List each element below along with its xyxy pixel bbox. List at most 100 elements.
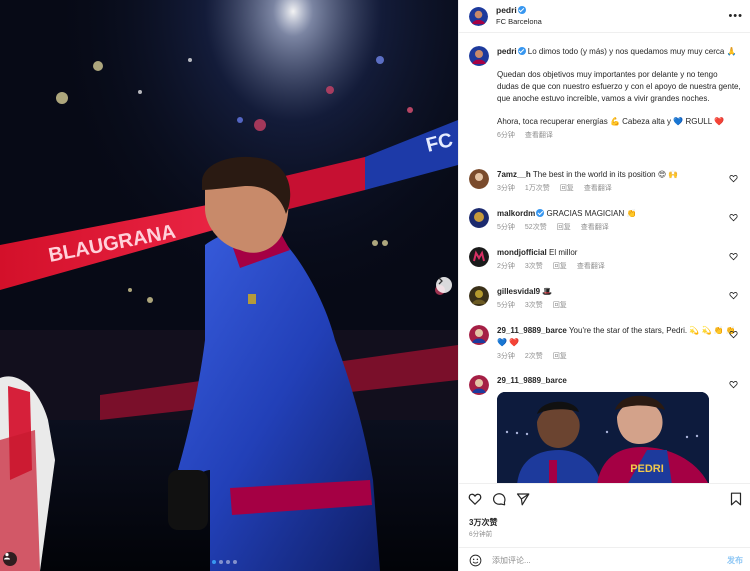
comment-likes[interactable]: 3次赞 (525, 263, 543, 270)
post-viewer: BLAUGRANA FC pedri FC Barcelona ••• pedr… (0, 0, 750, 571)
commenter-username[interactable]: 29_11_9889_barce (497, 376, 567, 385)
like-comment-heart-icon[interactable] (729, 252, 738, 261)
send-icon (516, 493, 530, 506)
commenter-username[interactable]: 7amz__h (497, 170, 531, 179)
commenter-avatar[interactable] (469, 169, 489, 189)
like-comment-heart-icon[interactable] (729, 174, 738, 183)
commenter-username[interactable]: malkordm (497, 209, 535, 218)
carousel-dot (212, 560, 216, 564)
caption-username[interactable]: pedri (497, 47, 517, 56)
heart-icon (468, 493, 482, 506)
translate-link[interactable]: 查看翻译 (584, 185, 612, 192)
reply-link[interactable]: 回复 (553, 302, 567, 309)
post-time: 6分钟前 (469, 531, 493, 538)
commenter-avatar[interactable] (469, 286, 489, 306)
comment-item: 29_11_9889_barce You're the star of the … (469, 325, 741, 363)
add-comment-bar: 发布 (459, 547, 750, 571)
reply-link[interactable]: 回复 (560, 185, 574, 192)
comment-time: 3分钟 (497, 185, 515, 192)
comment-item: mondjofficial El millor 2分钟 3次赞 回复 查看翻译 (469, 247, 741, 273)
commenter-avatar[interactable] (469, 325, 489, 345)
reply-link[interactable]: 回复 (553, 263, 567, 270)
tagged-users-button[interactable] (3, 552, 17, 566)
commenter-username[interactable]: 29_11_9889_barce (497, 326, 567, 335)
commenter-username[interactable]: mondjofficial (497, 248, 547, 257)
avatar-image (469, 169, 489, 189)
avatar-image (469, 208, 489, 228)
caption-translate-link[interactable]: 查看翻译 (525, 132, 553, 139)
avatar-image (469, 6, 488, 26)
person-icon (4, 553, 10, 560)
comment-time: 5分钟 (497, 302, 515, 309)
commenter-avatar[interactable] (469, 208, 489, 228)
avatar-image (469, 325, 489, 345)
avatar-image (469, 375, 489, 395)
like-button[interactable] (468, 492, 482, 506)
comment-button[interactable] (492, 492, 506, 506)
comment-input[interactable] (492, 555, 702, 565)
chevron-right-icon (438, 277, 443, 285)
like-comment-heart-icon[interactable] (729, 380, 738, 389)
comment-likes[interactable]: 1万次赞 (525, 185, 550, 192)
comment-text: 🎩 (542, 287, 553, 296)
caption-text-3: Ahora, toca recuperar energías 💪 Cabeza … (497, 117, 725, 126)
comment-text: El millor (549, 248, 578, 257)
carousel-dot (219, 560, 223, 564)
comment-time: 5分钟 (497, 224, 515, 231)
like-count[interactable]: 3万次赞 (469, 517, 497, 528)
comment-item: 7amz__h The best in the world in its pos… (469, 169, 741, 195)
comment-item: 29_11_9889_barce PEDRI (469, 375, 741, 483)
translate-link[interactable]: 查看翻译 (577, 263, 605, 270)
avatar-image (469, 46, 489, 66)
caption-author-avatar[interactable] (469, 46, 489, 66)
avatar-image (469, 286, 489, 306)
comment-text: The best in the world in its position 😍 … (532, 170, 679, 179)
author-avatar[interactable] (469, 6, 488, 26)
caption: pedri Lo dimos todo (y más) y nos quedam… (469, 46, 741, 142)
next-media-button[interactable] (436, 277, 452, 293)
comment-likes[interactable]: 52次赞 (525, 224, 547, 231)
comment-image[interactable]: PEDRI (497, 392, 709, 483)
carousel-indicator (212, 560, 237, 564)
comment-item: gillesvidal9 🎩 5分钟 3次赞 回复 (469, 286, 741, 312)
reply-link[interactable]: 回复 (553, 353, 567, 360)
like-comment-heart-icon[interactable] (729, 291, 738, 300)
post-header: pedri FC Barcelona ••• (459, 0, 750, 33)
more-options-icon[interactable]: ••• (728, 10, 743, 22)
comment-likes[interactable]: 2次赞 (525, 353, 543, 360)
author-username[interactable]: pedri (496, 5, 517, 15)
commenter-avatar[interactable] (469, 247, 489, 267)
carousel-dot (226, 560, 230, 564)
comment-time: 2分钟 (497, 263, 515, 270)
like-comment-heart-icon[interactable] (729, 330, 738, 339)
caption-text-1: Lo dimos todo (y más) y nos quedamos muy… (527, 47, 737, 56)
comment-time: 3分钟 (497, 353, 515, 360)
caption-time: 6分钟 (497, 132, 515, 139)
comments-list[interactable]: pedri Lo dimos todo (y más) y nos quedam… (459, 33, 750, 483)
commenter-username[interactable]: gillesvidal9 (497, 287, 540, 296)
post-media[interactable]: BLAUGRANA FC (0, 0, 458, 571)
translate-link[interactable]: 查看翻译 (581, 224, 609, 231)
carousel-dot (233, 560, 237, 564)
emoji-icon[interactable] (469, 554, 482, 567)
verified-badge-icon (517, 6, 526, 14)
reply-link[interactable]: 回复 (557, 224, 571, 231)
share-button[interactable] (516, 492, 530, 506)
verified-badge-icon (517, 47, 526, 55)
post-location[interactable]: FC Barcelona (496, 16, 542, 27)
media-photo: BLAUGRANA FC (0, 0, 458, 571)
comment-likes[interactable]: 3次赞 (525, 302, 543, 309)
post-side-panel: pedri FC Barcelona ••• pedri Lo dimos to… (458, 0, 750, 571)
like-comment-heart-icon[interactable] (729, 213, 738, 222)
caption-text-2: Quedan dos objetivos muy importantes por… (497, 70, 741, 103)
avatar-image (469, 247, 489, 267)
post-comment-button[interactable]: 发布 (727, 555, 743, 566)
verified-badge-icon (536, 209, 545, 217)
save-button[interactable] (729, 492, 743, 506)
comment-item: malkordm GRACIAS MAGICIAN 👏 5分钟 52次赞 回复 查看翻… (469, 208, 741, 234)
jersey-name-text: PEDRI (630, 463, 664, 475)
post-actions: 3万次赞 6分钟前 发布 (459, 483, 750, 571)
comment-photo: PEDRI (497, 392, 709, 483)
comment-text: GRACIAS MAGICIAN 👏 (546, 209, 637, 218)
commenter-avatar[interactable] (469, 375, 489, 395)
